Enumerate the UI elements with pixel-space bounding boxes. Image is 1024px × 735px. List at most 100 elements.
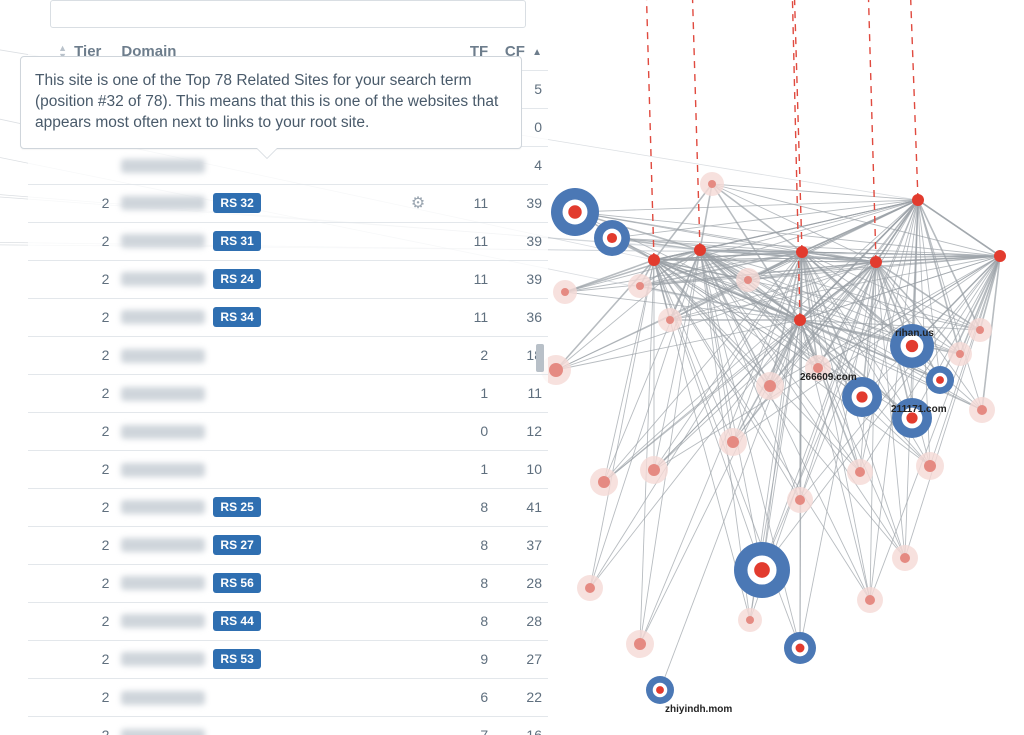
rs-badge[interactable]: RS 56 [213,573,260,593]
table-row[interactable]: 2 622 [28,678,548,716]
cell-domain: RS 27 [115,526,395,564]
cell-tier: 2 [28,298,115,336]
cell-tf: 0 [440,412,494,450]
rs-badge[interactable]: RS 53 [213,649,260,669]
scrollbar-thumb[interactable] [536,344,544,372]
table-row[interactable]: 2110 [28,450,548,488]
cell-domain [115,716,395,735]
cell-tier: 2 [28,260,115,298]
cell-tf: 2 [440,336,494,374]
cell-tier: 2 [28,716,115,735]
cell-actions [396,374,441,412]
redacted-domain [121,500,205,514]
cell-tf: 1 [440,450,494,488]
tooltip-text: This site is one of the Top 78 Related S… [35,72,498,131]
cell-tier: 2 [28,222,115,260]
cell-tier: 2 [28,488,115,526]
cell-cf: 4 [494,146,548,184]
table-row[interactable]: 4 [28,146,548,184]
redacted-domain [121,652,205,666]
table-row[interactable]: 2 RS 25 841 [28,488,548,526]
gear-icon[interactable]: ⚙ [411,193,425,213]
redacted-domain [121,234,205,248]
cell-tf: 6 [440,678,494,716]
cell-actions [396,412,441,450]
cell-cf: 41 [494,488,548,526]
cell-tf: 11 [440,298,494,336]
rs-badge[interactable]: RS 24 [213,269,260,289]
cell-domain: RS 25 [115,488,395,526]
table-row[interactable]: 2RS 311139 [28,222,548,260]
table-row[interactable]: 2RS 53927 [28,640,548,678]
redacted-domain [121,463,205,477]
cell-tier: 2 [28,184,115,222]
rs-badge[interactable]: RS 25 [213,497,260,517]
table-row[interactable]: 2 716 [28,716,548,735]
cell-cf: 28 [494,564,548,602]
cell-actions [396,602,441,640]
cell-domain: RS 44 [115,602,395,640]
cell-tier: 2 [28,412,115,450]
table-row[interactable]: 2RS 27837 [28,526,548,564]
cell-tf: 11 [440,184,494,222]
graph-node-label[interactable]: 266609.com [800,372,857,383]
cell-domain: RS 32 [115,184,395,222]
redacted-domain [121,691,205,705]
table-row[interactable]: 2 RS 44 828 [28,602,548,640]
table-row[interactable]: 2RS 56828 [28,564,548,602]
cell-tier: 2 [28,602,115,640]
cell-tf [440,146,494,184]
rs-badge[interactable]: RS 32 [213,193,260,213]
cell-domain [115,678,395,716]
redacted-domain [121,349,205,363]
redacted-domain [121,196,205,210]
rs-badge[interactable]: RS 34 [213,307,260,327]
table-row[interactable]: 2RS 241139 [28,260,548,298]
cell-actions [396,564,441,602]
cell-domain [115,412,395,450]
cell-actions [396,222,441,260]
redacted-domain [121,387,205,401]
cell-domain [115,374,395,412]
cell-cf: 27 [494,640,548,678]
cell-tf: 9 [440,640,494,678]
cell-domain: RS 56 [115,564,395,602]
rs-badge[interactable]: RS 44 [213,611,260,631]
redacted-domain [121,538,205,552]
table-row[interactable]: 2218 [28,336,548,374]
redacted-domain [121,310,205,324]
cell-tf: 8 [440,602,494,640]
cell-actions: ⚙ [396,184,441,222]
graph-node-label[interactable]: zhiyindh.mom [665,704,732,715]
cell-domain: RS 24 [115,260,395,298]
cell-tier: 2 [28,526,115,564]
cell-cf: 16 [494,716,548,735]
rs-badge[interactable]: RS 27 [213,535,260,555]
table-row[interactable]: 2012 [28,412,548,450]
cell-actions [396,488,441,526]
cell-tf: 11 [440,222,494,260]
cell-cf: 37 [494,526,548,564]
cell-cf: 12 [494,412,548,450]
table-row[interactable]: 2RS 32⚙1139 [28,184,548,222]
cell-actions [396,298,441,336]
cell-domain [115,450,395,488]
graph-node-label[interactable]: rihan.us [895,328,934,339]
search-input[interactable] [50,0,526,28]
table-row[interactable]: 2RS 341136 [28,298,548,336]
cell-cf: 22 [494,678,548,716]
related-sites-tooltip: This site is one of the Top 78 Related S… [20,56,522,149]
graph-node-label[interactable]: 211171.com [891,404,947,415]
cell-cf: 10 [494,450,548,488]
cell-tf: 7 [440,716,494,735]
cell-cf: 28 [494,602,548,640]
cell-tf: 8 [440,488,494,526]
table-row[interactable]: 2111 [28,374,548,412]
cell-actions [396,260,441,298]
redacted-domain [121,729,205,735]
cell-tier: 2 [28,374,115,412]
cell-domain: RS 31 [115,222,395,260]
cell-tier: 2 [28,678,115,716]
rs-badge[interactable]: RS 31 [213,231,260,251]
cell-actions [396,450,441,488]
